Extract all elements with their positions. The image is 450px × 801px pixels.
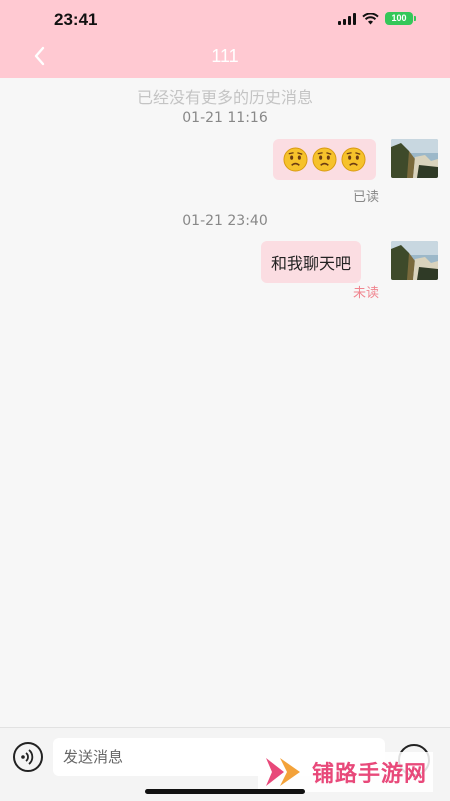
cellular-signal-icon <box>338 12 356 25</box>
nav-header: 23:41 100 111 <box>0 0 450 78</box>
status-indicators: 100 <box>338 12 416 25</box>
confused-face-icon <box>341 147 366 172</box>
unread-status-label: 未读 <box>352 286 379 301</box>
message-timestamp: 01-21 11:16 <box>182 110 268 126</box>
no-more-history-label: 已经没有更多的历史消息 <box>136 88 313 107</box>
message-timestamp: 01-21 23:40 <box>182 213 268 229</box>
wifi-icon <box>362 12 379 24</box>
text-message-bubble[interactable]: 和我聊天吧 <box>261 241 362 283</box>
home-indicator <box>145 789 305 794</box>
read-status-label: 已读 <box>352 190 379 205</box>
avatar-landscape-image <box>391 241 438 280</box>
confused-face-icon <box>312 147 337 172</box>
emoji-message-bubble[interactable] <box>273 139 376 180</box>
voice-wave-icon <box>21 749 34 765</box>
avatar-landscape-image <box>391 139 438 178</box>
avatar[interactable] <box>391 139 438 178</box>
watermark: 铺路手游网 <box>258 752 434 792</box>
avatar[interactable] <box>391 241 438 280</box>
chat-title: 111 <box>211 46 239 66</box>
status-time: 23:41 <box>54 10 98 29</box>
battery-tip <box>414 16 416 21</box>
message-text: 和我聊天吧 <box>271 254 352 273</box>
confused-face-icon <box>283 147 308 172</box>
watermark-text: 铺路手游网 <box>312 762 428 787</box>
voice-input-button[interactable] <box>13 742 43 772</box>
watermark-logo-icon <box>266 758 300 786</box>
battery-icon: 100 <box>385 12 413 25</box>
